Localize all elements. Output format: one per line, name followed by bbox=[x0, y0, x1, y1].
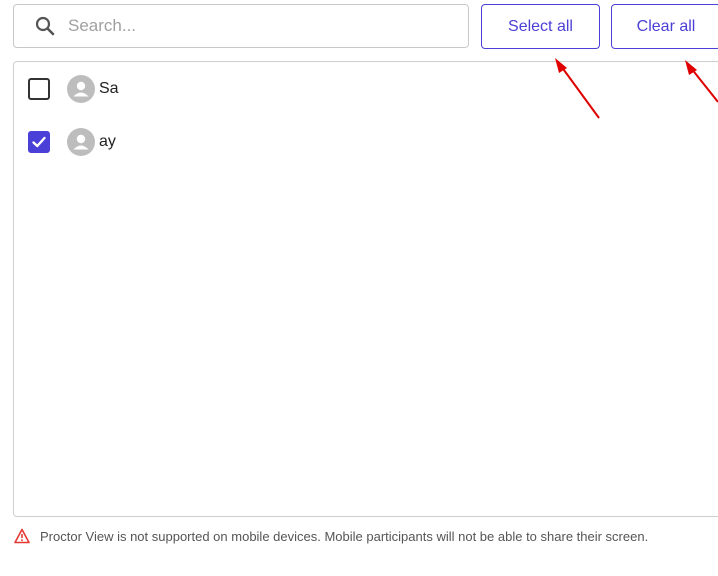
participant-name: ay bbox=[99, 133, 116, 150]
avatar bbox=[67, 75, 95, 103]
checkbox-checked[interactable] bbox=[28, 131, 50, 153]
participant-name: Sa bbox=[99, 80, 119, 97]
warning-triangle-icon bbox=[14, 528, 30, 544]
checkbox-unchecked[interactable] bbox=[28, 78, 50, 100]
checkmark-icon bbox=[32, 136, 46, 148]
mobile-warning: Proctor View is not supported on mobile … bbox=[14, 526, 714, 548]
clear-all-button[interactable]: Clear all bbox=[611, 4, 718, 49]
search-input[interactable] bbox=[68, 16, 468, 36]
search-icon bbox=[34, 15, 56, 37]
avatar bbox=[67, 128, 95, 156]
list-item[interactable]: ay bbox=[28, 127, 116, 157]
person-icon bbox=[73, 81, 89, 97]
select-all-button[interactable]: Select all bbox=[481, 4, 600, 49]
participant-list[interactable]: Sa ay bbox=[13, 61, 718, 517]
search-box[interactable] bbox=[13, 4, 469, 48]
list-item[interactable]: Sa bbox=[28, 74, 119, 104]
person-icon bbox=[73, 134, 89, 150]
warning-text: Proctor View is not supported on mobile … bbox=[40, 529, 649, 544]
